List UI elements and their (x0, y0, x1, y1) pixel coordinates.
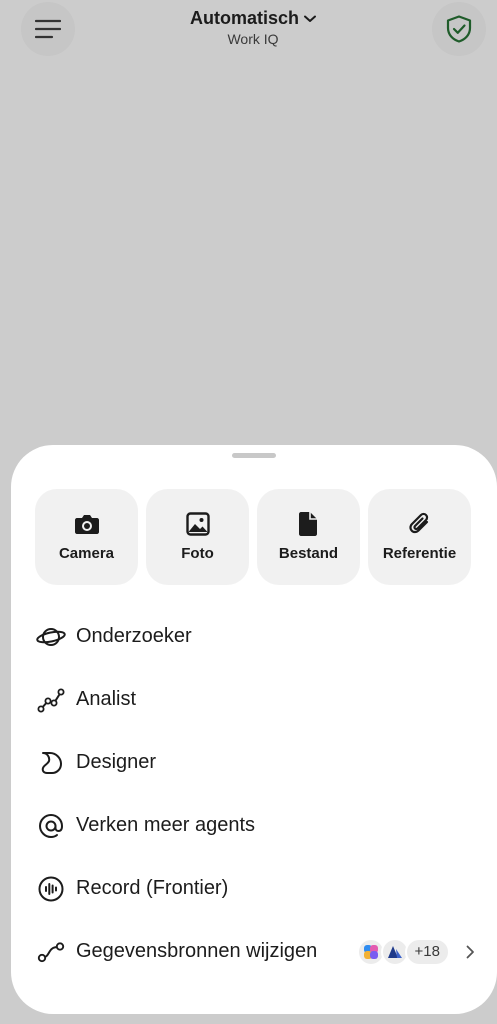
photo-tile[interactable]: Foto (146, 489, 249, 585)
paperclip-icon (408, 512, 428, 534)
mode-title: Automatisch (189, 8, 299, 28)
list-item-analist[interactable]: Analist (35, 668, 475, 731)
sheet-handle[interactable] (232, 453, 276, 458)
list-item-record[interactable]: Record (Frontier) (35, 857, 475, 920)
agent-list: Onderzoeker Analist Designer Verken meer… (35, 605, 475, 983)
mode-selector[interactable]: Automatisch Work IQ (148, 8, 358, 47)
attachment-sheet: Camera Foto Bestand Referentie Onderzoek… (11, 445, 497, 1014)
list-item-label: Onderzoeker (76, 625, 192, 647)
list-item-label: Record (Frontier) (76, 877, 229, 899)
reference-tile[interactable]: Referentie (368, 489, 471, 585)
list-item-explore-agents[interactable]: Verken meer agents (35, 794, 475, 857)
designer-icon (41, 751, 62, 774)
photo-label: Foto (181, 545, 214, 562)
sources-count-badge: +18 (404, 937, 450, 966)
hamburger-menu-icon (35, 19, 61, 39)
camera-label: Camera (58, 545, 115, 562)
shield-check-icon (446, 15, 472, 43)
protection-button[interactable] (432, 2, 486, 56)
list-item-data-sources[interactable]: Gegevensbronnen wijzigen +18 (35, 920, 475, 983)
list-item-label: Verken meer agents (76, 814, 255, 836)
planet-icon (36, 627, 66, 646)
camera-icon (74, 515, 99, 534)
list-item-label: Designer (76, 751, 157, 773)
triangle-logo-icon (387, 945, 402, 958)
mode-subtitle: Work IQ (227, 31, 279, 47)
file-icon (298, 512, 317, 536)
data-source-badges: +18 (356, 937, 475, 966)
file-tile[interactable]: Bestand (257, 489, 360, 585)
waveform-icon (38, 876, 64, 901)
copilot-logo-icon (363, 944, 378, 959)
data-sources-icon (37, 941, 65, 962)
menu-button[interactable] (21, 2, 75, 56)
analytics-line-icon (37, 688, 65, 712)
photo-icon (185, 512, 210, 536)
file-label: Bestand (278, 545, 339, 562)
camera-tile[interactable]: Camera (35, 489, 138, 585)
list-item-label: Analist (76, 688, 137, 710)
attachment-tiles: Camera Foto Bestand Referentie (35, 489, 471, 585)
chevron-down-icon (304, 15, 316, 22)
chevron-right-icon (466, 945, 474, 958)
reference-label: Referentie (382, 545, 457, 562)
list-item-onderzoeker[interactable]: Onderzoeker (35, 605, 475, 668)
list-item-label: Gegevensbronnen wijzigen (76, 940, 318, 962)
top-bar: Automatisch Work IQ (0, 0, 497, 60)
list-item-designer[interactable]: Designer (35, 731, 475, 794)
at-sign-icon (38, 813, 64, 838)
